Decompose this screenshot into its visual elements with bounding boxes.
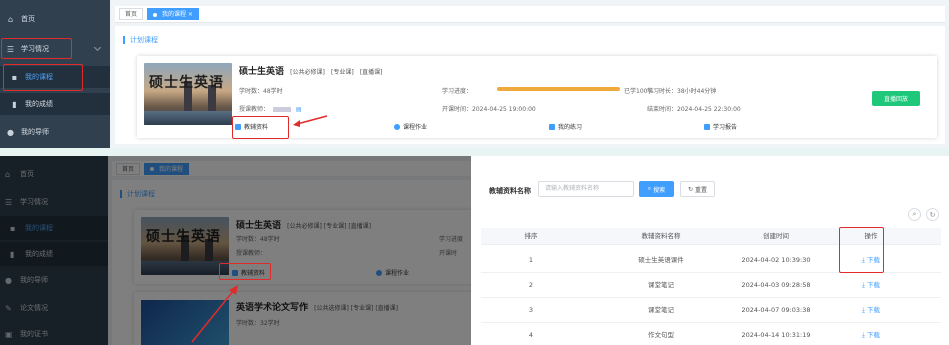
highlight-box-materials xyxy=(219,263,271,280)
material-name: 课堂笔记 xyxy=(648,306,674,314)
column-header: 教辅资料名称 xyxy=(641,232,681,240)
section-title: 计划课程 xyxy=(123,36,158,44)
arrow-annotation xyxy=(293,115,328,127)
created-time: 2024-04-02 10:39:30 xyxy=(741,256,811,264)
download-label: 下载 xyxy=(866,281,880,289)
link-label: 课程作业 xyxy=(403,124,428,131)
tab-bar: 首页 我的课程 × xyxy=(115,6,945,23)
sidebar-item-label: 我的导师 xyxy=(21,128,49,136)
doc-icon[interactable]: ▤ xyxy=(296,106,302,113)
tab-my-courses[interactable]: 我的课程 × xyxy=(147,8,199,20)
course-tag: [公共必修课] xyxy=(290,69,325,76)
tab-label: 我的课程 xyxy=(161,11,186,18)
reset-button[interactable]: ↻ 重置 xyxy=(680,181,715,197)
sidebar: ⌂ 首页 ☰ 学习情况 ▪ 我的课程 ▮ 我的成绩 ● 我的导师 xyxy=(0,0,110,148)
highlight-box-download xyxy=(839,227,884,273)
row-index: 4 xyxy=(528,331,534,339)
arrow-annotation xyxy=(191,285,238,343)
table-row: 4 作文句型 2024-04-14 10:31:19 ⤓ 下载 xyxy=(481,323,941,345)
materials-search-input[interactable]: 请输入教辅资料名称 xyxy=(538,181,634,197)
search-button[interactable]: ⌕ 搜索 xyxy=(639,181,674,197)
bottom-screen: ⌂ 首页 ☰ 学习情况 ▪ 我的课程 ▮ 我的成绩 ● 我的导师 xyxy=(0,156,949,345)
progress-bar xyxy=(497,87,620,91)
highlight-box-my-courses xyxy=(3,64,83,91)
table-row: 2 课堂笔记 2024-04-03 09:28:58 ⤓ 下载 xyxy=(481,273,941,298)
highlight-box-study xyxy=(1,38,72,59)
background-page: ⌂ 首页 ☰ 学习情况 ▪ 我的课程 ▮ 我的成绩 ● 我的导师 xyxy=(0,156,471,345)
search-toggle-icon[interactable]: ⌕ xyxy=(908,208,921,221)
sidebar-item-my-grades[interactable]: ▮ 我的成绩 xyxy=(0,93,110,115)
highlight-box-materials xyxy=(232,116,289,139)
sidebar-item-label: 我的成绩 xyxy=(25,100,53,108)
refresh-icon: ↻ xyxy=(687,185,693,193)
download-link[interactable]: ⤓ 下载 xyxy=(841,323,901,345)
link-label: 学习报告 xyxy=(713,124,738,131)
row-index: 2 xyxy=(528,281,534,289)
bar-chart-icon: ▮ xyxy=(12,99,17,109)
created-time: 2024-04-14 10:31:19 xyxy=(741,331,811,339)
top-screen: ⌂ 首页 ☰ 学习情况 ▪ 我的课程 ▮ 我的成绩 ● 我的导师 首页 我的课程… xyxy=(0,0,949,148)
teacher-name-redacted xyxy=(272,107,291,112)
practice-icon xyxy=(549,123,555,130)
column-header: 创建时间 xyxy=(763,232,789,240)
created-time: 2024-04-07 09:03:38 xyxy=(741,306,811,314)
progress-label: 学习进度： xyxy=(442,88,473,95)
created-time: 2024-04-03 09:28:58 xyxy=(741,281,811,289)
course-teacher: 授课教师： ▤ xyxy=(239,104,302,113)
user-icon: ● xyxy=(7,127,14,137)
filter-label: 教辅资料名称 xyxy=(489,187,531,195)
course-tag: [直播课] xyxy=(359,69,383,76)
open-time: 开课时间：2024-04-25 19:00:00 xyxy=(442,106,536,113)
link-homework[interactable]: 课程作业 xyxy=(394,122,427,131)
link-study-report[interactable]: 学习报告 xyxy=(704,122,737,131)
download-link[interactable]: ⤓ 下载 xyxy=(841,298,901,322)
teacher-label: 授课教师： xyxy=(239,106,270,113)
chevron-down-icon xyxy=(93,43,102,52)
search-icon: ⌕ xyxy=(647,185,652,192)
material-name: 作文句型 xyxy=(648,331,674,339)
button-label: 重置 xyxy=(695,186,708,194)
screenshot-root: ⌂ 首页 ☰ 学习情况 ▪ 我的课程 ▮ 我的成绩 ● 我的导师 首页 我的课程… xyxy=(0,0,949,345)
course-hours: 学时数：48学时 xyxy=(239,88,283,95)
live-replay-button[interactable]: 直播回放 xyxy=(872,91,920,106)
home-icon: ⌂ xyxy=(7,14,14,24)
link-label: 我的练习 xyxy=(558,124,583,131)
sidebar-item-home[interactable]: ⌂ 首页 xyxy=(0,8,110,30)
sidebar-item-label: 首页 xyxy=(21,15,35,23)
report-icon xyxy=(704,123,710,130)
link-my-practice[interactable]: 我的练习 xyxy=(549,122,582,131)
tab-home[interactable]: 首页 xyxy=(119,8,144,20)
homework-icon xyxy=(394,123,400,130)
row-index: 1 xyxy=(528,256,534,264)
material-name: 硕士生英语课件 xyxy=(638,256,684,264)
download-label: 下载 xyxy=(866,331,880,339)
column-header: 排序 xyxy=(524,232,538,240)
refresh-icon[interactable]: ↻ xyxy=(926,208,939,221)
download-link[interactable]: ⤓ 下载 xyxy=(841,273,901,297)
material-name: 课堂笔记 xyxy=(648,281,674,289)
course-tag: [专业课] xyxy=(330,69,354,76)
thumbnail-calligraphy: 硕士生英语 xyxy=(149,75,224,91)
course-title: 硕士生英语 [公共必修课] [专业课] [直播课] xyxy=(239,64,383,77)
course-card: 硕士生英语 硕士生英语 [公共必修课] [专业课] [直播课] 学时数：48学时… xyxy=(137,56,937,139)
materials-drawer: 教辅资料名称 请输入教辅资料名称 ⌕ 搜索 ↻ 重置 ⌕ ↻ 排序 教辅资料名称… xyxy=(471,156,949,345)
river-shape xyxy=(144,111,232,125)
main-content: 计划课程 硕士生英语 硕士生英语 [公共必修课] [专业课] [直播课] 学时数… xyxy=(115,26,945,144)
course-title-text: 硕士生英语 xyxy=(239,67,285,77)
button-label: 搜索 xyxy=(653,186,666,194)
download-label: 下载 xyxy=(866,306,880,314)
study-duration: 学习时长：38小时44分钟 xyxy=(647,88,717,95)
row-index: 3 xyxy=(528,306,534,314)
course-thumbnail[interactable]: 硕士生英语 xyxy=(144,63,232,125)
close-icon[interactable]: × xyxy=(188,11,193,18)
table-row: 3 课堂笔记 2024-04-07 09:03:38 ⤓ 下载 xyxy=(481,298,941,323)
sidebar-item-mentor[interactable]: ● 我的导师 xyxy=(0,121,110,143)
end-time: 结束时间：2024-04-25 22:30:00 xyxy=(647,106,741,113)
